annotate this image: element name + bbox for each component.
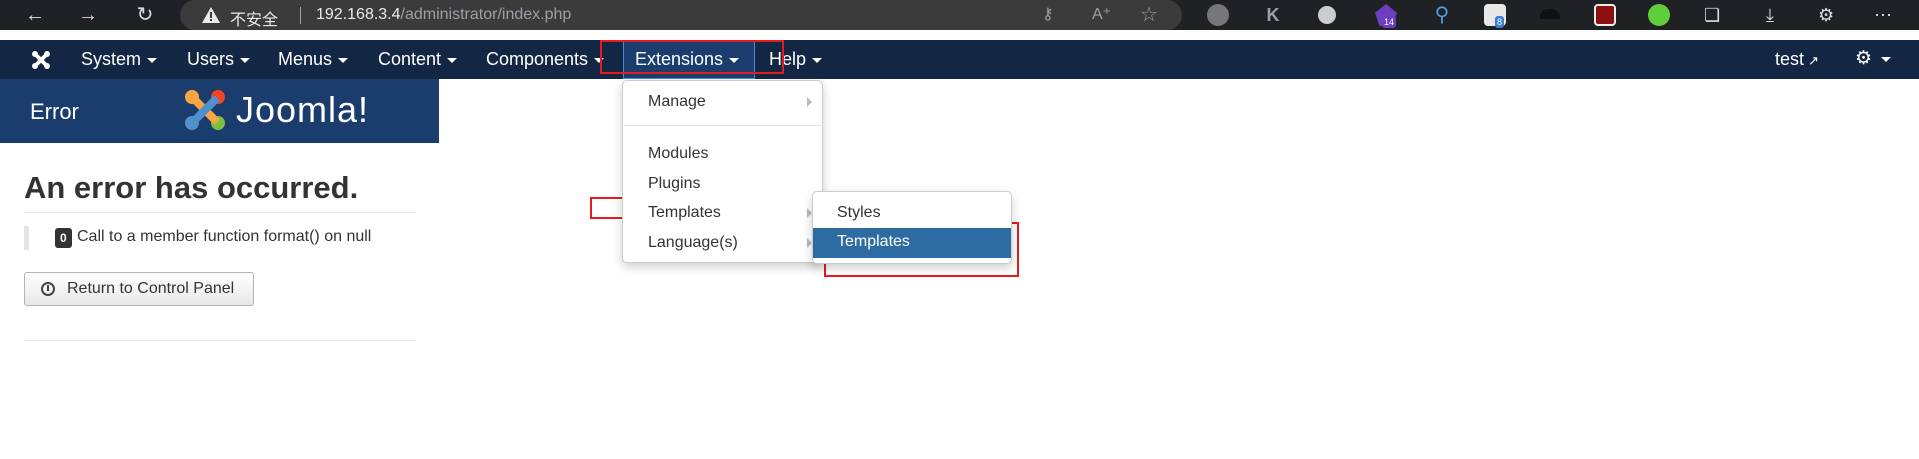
page-title: Error [30,99,79,124]
extension-globe-icon[interactable] [1648,4,1670,26]
extension-gear-icon[interactable] [1318,6,1336,24]
caret-icon [1881,56,1892,62]
return-button-label: Return to Control Panel [67,280,235,297]
nav-content[interactable]: Content [378,48,458,70]
error-message: Call to a member function format() on nu… [77,228,372,245]
security-label: 不安全 [230,12,279,29]
warning-icon [202,7,220,23]
menu-item-modules[interactable]: Modules [648,144,708,164]
address-bar[interactable]: 不安全 192.168.3.4/administrator/index.php … [180,0,1182,30]
address-separator [300,7,301,24]
dashboard-icon [41,282,55,296]
divider [24,340,416,341]
page: ← → ↻ 不安全 192.168.3.4/administrator/inde… [0,0,1919,459]
menu-item-manage[interactable]: Manage [648,92,706,112]
gear-icon: ⚙ [1855,48,1873,69]
return-to-control-panel-button[interactable]: Return to Control Panel [24,272,254,306]
extensions-dropdown-menu: Manage Modules Plugins Templates Languag… [622,80,823,263]
nav-label: System [81,49,142,69]
submenu-arrow-icon [807,97,812,107]
reload-icon[interactable]: ↻ [132,2,158,28]
menu-item-plugins[interactable]: Plugins [648,174,700,194]
key-icon[interactable]: ⚷ [1042,5,1054,25]
error-code-badge: 0 [55,228,72,248]
caret-icon [147,57,158,63]
more-menu-icon[interactable]: ⋯ [1874,3,1892,27]
user-label: test [1775,49,1805,69]
caret-icon [240,57,251,63]
caret-icon [447,57,458,63]
nav-components[interactable]: Components [486,48,605,70]
menu-divider [624,125,823,126]
menu-item-templates[interactable]: Templates [648,203,721,223]
extension-k-icon[interactable]: K [1262,4,1284,26]
extensions-puzzle-icon[interactable]: ❏ [1704,3,1720,27]
extension-badge: 8 [1495,16,1505,28]
nav-label: Menus [278,49,333,69]
url-host: 192.168.3.4 [316,6,401,23]
read-aloud-icon[interactable]: A⁺ [1092,5,1111,25]
forward-icon[interactable]: → [75,2,101,28]
submenu-item-label: Templates [837,233,910,250]
nav-system[interactable]: System [81,48,158,70]
url-path: /administrator/index.php [400,6,572,23]
joomla-menu-icon[interactable] [30,49,52,71]
joomla-brand: Joomla! [236,89,370,130]
menu-item-languages[interactable]: Language(s) [648,233,738,253]
divider [24,212,416,213]
submenu-item-styles[interactable]: Styles [837,204,881,222]
browser-toolbar: ← → ↻ 不安全 192.168.3.4/administrator/inde… [0,0,1919,30]
extension-pin-icon[interactable]: ⚲ [1431,4,1453,26]
caret-icon [812,57,823,63]
caret-icon [338,57,349,63]
extension-circle-icon[interactable] [1207,4,1229,26]
favorite-star-icon[interactable]: ☆ [1140,5,1158,25]
external-link-icon: ↗ [1808,53,1819,68]
url-text[interactable]: 192.168.3.4/administrator/index.php [316,6,571,24]
submenu-item-templates[interactable]: Templates [813,228,1011,258]
nav-users[interactable]: Users [187,48,251,70]
extension-o-icon[interactable] [1594,4,1616,26]
nav-menus[interactable]: Menus [278,48,349,70]
joomla-logo-icon [185,90,225,130]
error-heading: An error has occurred. [24,170,359,205]
nav-label: Content [378,49,442,69]
extension-hat-icon[interactable] [1540,9,1560,19]
user-link[interactable]: test ↗ [1775,48,1819,72]
collections-icon[interactable]: ⚙ [1818,3,1834,27]
extension-badge: 14 [1382,16,1397,28]
nav-label: Components [486,49,589,69]
settings-menu[interactable]: ⚙ [1855,47,1892,70]
nav-label: Users [187,49,235,69]
annotation-box-extensions [600,40,784,74]
error-message-block: 0 Call to a member function format() on … [24,226,371,250]
downloads-icon[interactable]: ⤓ [1766,3,1774,27]
page-header: Error Joomla! [0,79,439,143]
templates-submenu: Styles Templates [812,191,1012,264]
back-icon[interactable]: ← [22,2,48,28]
